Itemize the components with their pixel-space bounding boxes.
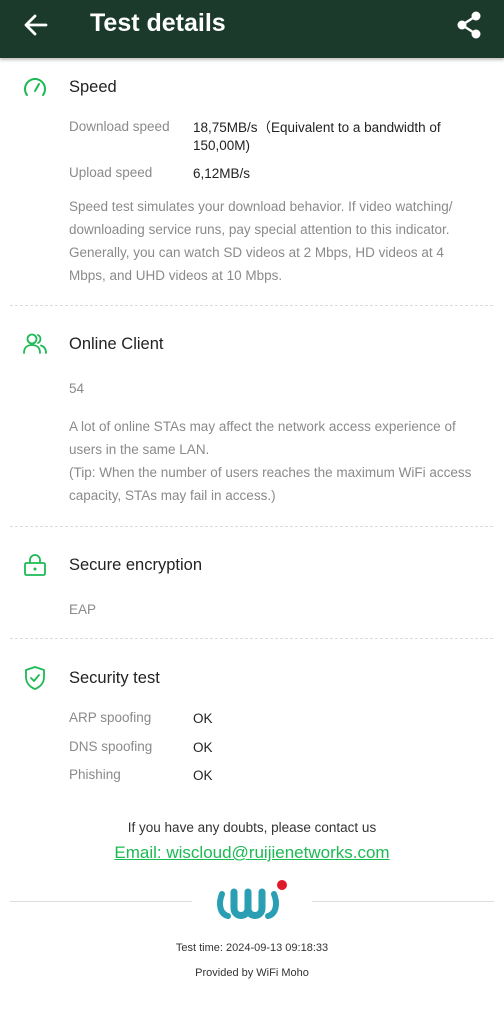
divider <box>10 305 493 306</box>
arp-spoofing-value: OK <box>193 711 213 726</box>
users-icon <box>23 333 47 354</box>
online-client-tip: (Tip: When the number of users reaches t… <box>69 465 472 503</box>
upload-speed-value: 6,12MB/s <box>193 166 251 181</box>
download-speed-value: 18,75MB/s（Equivalent to a bandwidth of 1… <box>193 120 441 153</box>
divider <box>10 901 192 902</box>
app-header: Test details <box>0 0 504 58</box>
dns-spoofing-value: OK <box>193 740 213 755</box>
phishing-label: Phishing <box>69 767 121 782</box>
online-client-title: Online Client <box>69 335 164 353</box>
shield-check-icon <box>25 666 45 690</box>
arp-spoofing-label: ARP spoofing <box>69 710 152 725</box>
speedometer-icon <box>24 78 46 96</box>
upload-speed-label: Upload speed <box>69 165 153 180</box>
page-title: Test details <box>90 9 226 37</box>
download-speed-label: Download speed <box>69 119 170 134</box>
email-link[interactable]: Email: wiscloud@ruijienetworks.com <box>0 843 504 863</box>
test-time: Test time: 2024-09-13 09:18:33 <box>175 942 329 954</box>
divider <box>312 901 494 902</box>
encryption-title: Secure encryption <box>69 556 202 574</box>
online-client-count: 54 <box>69 381 85 396</box>
speed-description: Speed test simulates your download behav… <box>69 199 453 283</box>
speed-title: Speed <box>69 78 117 96</box>
divider <box>10 638 493 639</box>
contact-text: If you have any doubts, please contact u… <box>127 820 377 835</box>
wifi-moho-logo <box>217 880 287 919</box>
arrow-left-icon[interactable] <box>22 11 50 39</box>
security-test-title: Security test <box>69 669 160 687</box>
lock-icon <box>24 554 46 576</box>
share-icon[interactable] <box>455 10 483 40</box>
provided-by: Provided by WiFi Moho <box>195 967 309 979</box>
online-client-description: A lot of online STAs may affect the netw… <box>69 419 456 457</box>
dns-spoofing-label: DNS spoofing <box>69 739 153 754</box>
phishing-value: OK <box>193 768 213 783</box>
divider <box>10 526 493 527</box>
encryption-value: EAP <box>69 602 97 617</box>
